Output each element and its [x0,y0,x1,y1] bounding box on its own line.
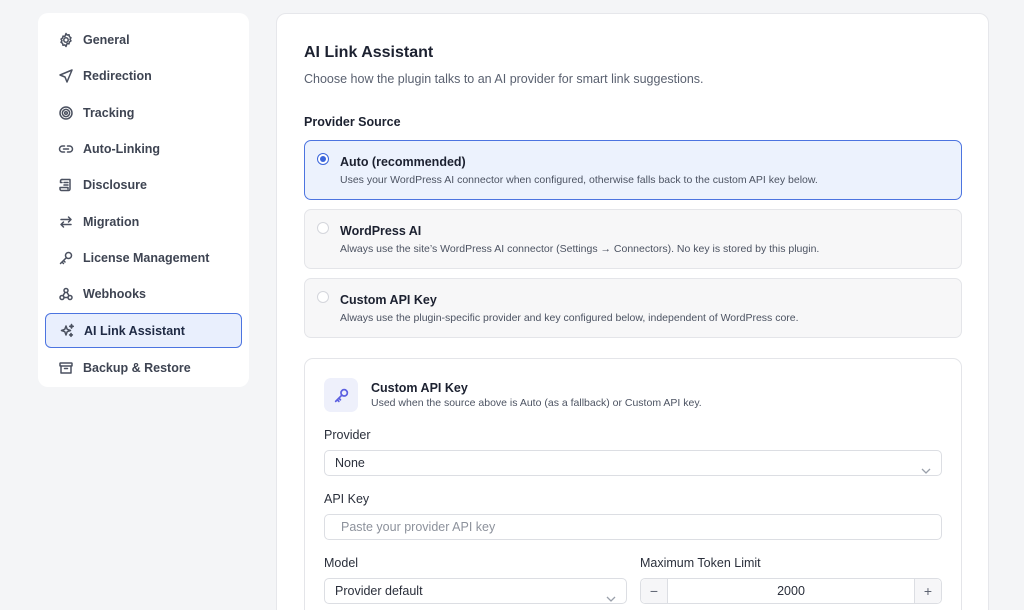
option-title: Auto (recommended) [340,155,466,169]
archive-icon [58,360,74,376]
option-description: Always use the plugin-specific provider … [340,312,799,324]
scroll-icon [58,177,74,193]
sidebar-item-label: License Management [83,250,210,265]
option-description: Uses your WordPress AI connector when co… [340,174,818,186]
token-limit-value[interactable]: 2000 [668,579,914,603]
sidebar-item-redirection[interactable]: Redirection [45,58,242,94]
settings-sidebar: General Redirection Tracking Auto-Linkin… [38,13,249,387]
sidebar-item-label: Webhooks [83,287,146,302]
sidebar-item-disclosure[interactable]: Disclosure [45,167,242,203]
sidebar-item-tracking[interactable]: Tracking [45,95,242,131]
decrement-button[interactable]: − [641,579,668,603]
navigation-arrow-icon [58,68,74,84]
sidebar-item-label: Disclosure [83,178,147,193]
option-auto[interactable]: Auto (recommended) Uses your WordPress A… [304,140,962,200]
arrows-swap-icon [58,214,74,230]
sidebar-item-license-management[interactable]: License Management [45,240,242,276]
target-icon [58,105,74,121]
provider-label: Provider [324,428,371,442]
provider-select[interactable]: None [324,450,942,476]
option-wordpress-ai[interactable]: WordPress AI Always use the site’s WordP… [304,209,962,269]
sidebar-item-migration[interactable]: Migration [45,203,242,239]
sidebar-item-label: Backup & Restore [83,361,191,376]
option-custom-api-key[interactable]: Custom API Key Always use the plugin-spe… [304,278,962,338]
model-label: Model [324,556,359,570]
radio-wordpress-ai[interactable] [317,222,329,234]
option-title: Custom API Key [340,293,437,307]
radio-custom-api-key[interactable] [317,291,329,303]
settings-panel: AI Link Assistant Choose how the plugin … [276,13,989,610]
card-description: Used when the source above is Auto (as a… [371,397,702,409]
card-title: Custom API Key [371,381,468,395]
sidebar-item-label: Migration [83,214,140,229]
link-icon [58,141,74,157]
sidebar-item-label: Redirection [83,69,152,84]
option-title: WordPress AI [340,224,422,238]
webhook-icon [58,286,74,302]
sidebar-item-label: Auto-Linking [83,142,161,157]
sidebar-item-label: General [83,33,130,48]
provider-source-label: Provider Source [304,115,401,129]
chevron-down-icon [606,587,616,602]
api-key-input[interactable] [324,514,942,540]
provider-select-value: None [335,456,365,470]
sidebar-item-general[interactable]: General [45,22,242,58]
chevron-down-icon [921,459,931,474]
radio-auto[interactable] [317,153,329,165]
gear-icon [58,32,74,48]
key-icon [58,250,74,266]
key-icon [324,378,358,412]
page-title: AI Link Assistant [304,44,434,61]
sidebar-item-auto-linking[interactable]: Auto-Linking [45,131,242,167]
model-select-value: Provider default [335,584,423,598]
token-limit-stepper: − 2000 + [640,578,942,604]
sidebar-item-ai-link-assistant[interactable]: AI Link Assistant [45,313,242,349]
sidebar-item-webhooks[interactable]: Webhooks [45,276,242,312]
option-description: Always use the site’s WordPress AI conne… [340,243,820,255]
sparkles-icon [59,323,75,339]
page-subtitle: Choose how the plugin talks to an AI pro… [304,72,704,86]
sidebar-item-label: AI Link Assistant [84,323,185,338]
api-key-label: API Key [324,492,370,506]
token-limit-label: Maximum Token Limit [640,556,761,570]
sidebar-item-label: Tracking [83,105,135,120]
sidebar-item-backup-restore[interactable]: Backup & Restore [45,350,242,386]
increment-button[interactable]: + [914,579,941,603]
model-select[interactable]: Provider default [324,578,627,604]
custom-api-key-card: Custom API Key Used when the source abov… [304,358,962,610]
